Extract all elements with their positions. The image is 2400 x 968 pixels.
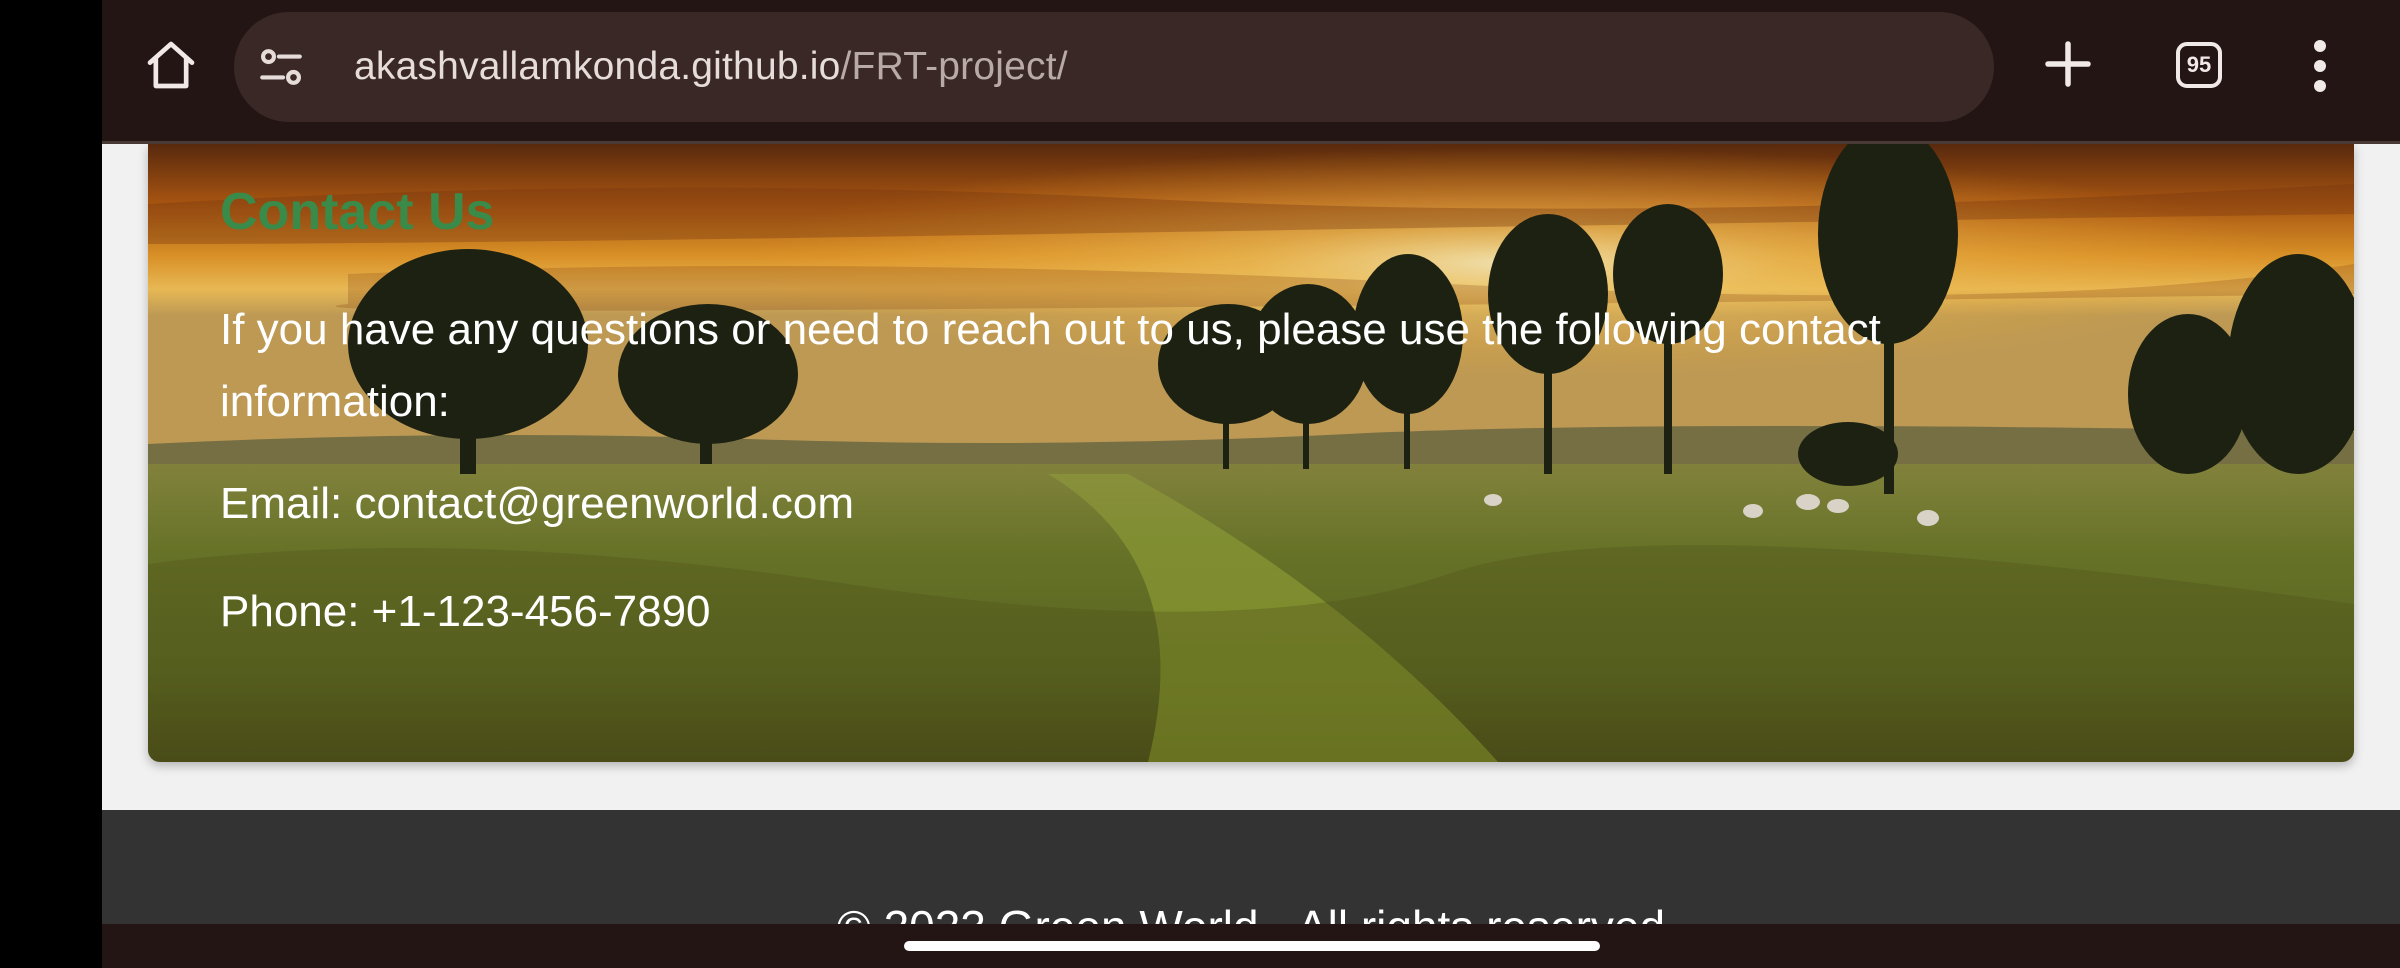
gesture-handle[interactable] [904, 941, 1600, 951]
tab-switcher-button[interactable]: 95 [2176, 42, 2222, 88]
web-page: Contact Us If you have any questions or … [102, 144, 2400, 924]
contact-title: Contact Us [220, 183, 495, 241]
url-path: /FRT-project/ [840, 45, 1068, 88]
browser-toolbar: akashvallamkonda.github.io/FRT-project/ … [102, 0, 2400, 144]
page-footer: © 2023 Green World - All rights reserved [102, 810, 2400, 924]
contact-phone: Phone: +1-123-456-7890 [220, 587, 711, 636]
home-button[interactable] [140, 34, 202, 96]
system-navigation-bar [102, 924, 2400, 968]
url-host: akashvallamkonda.github.io [354, 45, 841, 88]
home-icon [147, 41, 195, 89]
left-black-strip [0, 0, 102, 968]
contact-section: Contact Us If you have any questions or … [148, 144, 2354, 762]
tab-count: 95 [2186, 52, 2212, 77]
contact-intro-text: If you have any questions or need to rea… [220, 305, 1881, 426]
footer-copyright: © 2023 Green World - All rights reserved [102, 900, 2400, 924]
contact-email: Email: contact@greenworld.com [220, 479, 855, 528]
address-bar[interactable]: akashvallamkonda.github.io/FRT-project/ [234, 12, 1994, 122]
menu-button[interactable] [2306, 36, 2334, 96]
more-vertical-icon [2314, 40, 2326, 92]
plus-icon [2045, 41, 2091, 87]
tune-icon[interactable] [256, 42, 306, 92]
new-tab-button[interactable] [2038, 34, 2098, 94]
url-text[interactable]: akashvallamkonda.github.io/FRT-project/ [354, 12, 1068, 122]
